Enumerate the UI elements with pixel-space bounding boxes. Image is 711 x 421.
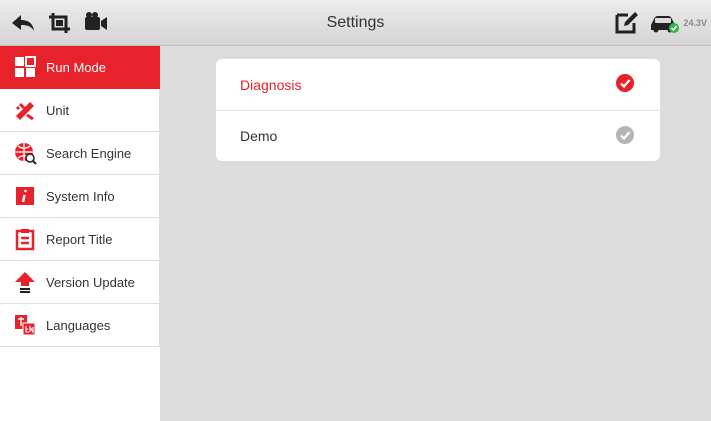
- unit-icon: [13, 98, 37, 122]
- settings-sidebar: Run Mode Unit Search Engine System Info …: [0, 46, 160, 421]
- run-mode-icon: [13, 55, 37, 79]
- top-bar: Settings 24.3V: [0, 0, 711, 46]
- feedback-edit-icon[interactable]: [614, 11, 640, 35]
- page-title: Settings: [326, 14, 385, 31]
- option-label: Demo: [240, 128, 278, 144]
- sidebar-item-label: Run Mode: [46, 59, 106, 75]
- sidebar-item-search-engine[interactable]: Search Engine: [0, 132, 160, 175]
- check-unselected-icon: [616, 126, 634, 144]
- report-title-icon: [13, 227, 37, 251]
- sidebar-item-label: Report Title: [46, 231, 113, 247]
- sidebar-item-run-mode[interactable]: Run Mode: [0, 46, 160, 89]
- languages-icon: [13, 313, 37, 337]
- run-mode-options: Diagnosis Demo: [216, 59, 660, 161]
- search-engine-icon: [13, 141, 37, 165]
- option-label: Diagnosis: [240, 76, 302, 93]
- sidebar-item-label: Unit: [46, 102, 70, 118]
- version-update-icon: [13, 270, 37, 294]
- voltage-readout: 24.3V: [683, 18, 707, 28]
- sidebar-item-languages[interactable]: Languages: [0, 304, 160, 347]
- system-info-icon: [13, 184, 37, 208]
- sidebar-item-unit[interactable]: Unit: [0, 89, 160, 132]
- sidebar-item-report-title[interactable]: Report Title: [0, 218, 160, 261]
- option-diagnosis[interactable]: Diagnosis: [216, 59, 660, 110]
- sidebar-item-label: Version Update: [46, 274, 135, 290]
- check-selected-icon: [616, 74, 634, 92]
- sidebar-item-label: System Info: [46, 188, 115, 204]
- sidebar-item-label: Search Engine: [46, 145, 132, 161]
- vci-car-icon: [648, 11, 680, 35]
- option-demo[interactable]: Demo: [216, 110, 660, 161]
- sidebar-item-label: Languages: [46, 317, 111, 333]
- sidebar-item-version-update[interactable]: Version Update: [0, 261, 160, 304]
- main-content: Diagnosis Demo: [160, 46, 711, 421]
- sidebar-item-system-info[interactable]: System Info: [0, 175, 160, 218]
